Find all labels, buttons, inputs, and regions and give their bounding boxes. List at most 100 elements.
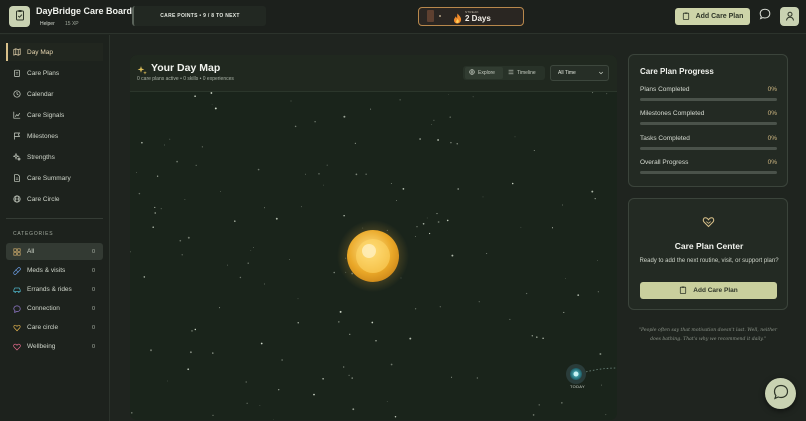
sidebar-item-care-signals[interactable]: Care Signals [6,106,103,124]
sidebar-item-milestones[interactable]: Milestones [6,127,103,145]
category-count: 0 [91,343,95,350]
category-wellbeing[interactable]: Wellbeing 0 [6,338,103,355]
category-care-circle[interactable]: Care circle 0 [6,319,103,336]
star [290,100,292,102]
view-timeline-button[interactable]: Timeline [504,67,544,79]
sidebar-item-label: Care Plans [27,69,60,77]
star [130,251,131,253]
app-logo[interactable] [9,6,30,27]
clipboard-icon [679,286,687,296]
sidebar-item-label: Milestones [27,132,59,140]
star [154,212,156,214]
star [245,381,247,383]
star [437,139,440,141]
category-connection[interactable]: Connection 0 [6,300,103,317]
grid-icon [12,247,21,256]
streak-widget[interactable]: STREAK 2 Days [418,7,524,26]
star [211,103,213,105]
star [260,342,263,345]
user-role: Helper [40,21,55,27]
sidebar-item-calendar[interactable]: Calendar [6,85,103,103]
star [263,207,266,209]
sidebar: Day Map Care Plans Calendar Care Signals… [0,35,110,421]
star [239,276,242,279]
add-care-plan-button[interactable]: Add Care Plan [675,8,750,25]
category-label: Wellbeing [27,343,56,350]
star [354,142,357,145]
chat-icon [12,305,21,313]
star [253,247,254,248]
time-range-select[interactable]: All Time [550,65,609,81]
chevron-down-icon [598,70,604,78]
heart-hands-icon [702,215,715,233]
star [163,144,165,146]
star [514,136,516,138]
xp-count: 15 XP [65,21,79,27]
care-plan-center-title: Care Plan Center [674,241,744,251]
progress-value: 0% [767,159,777,166]
view-explore-button[interactable]: Explore [465,67,503,79]
star [433,119,435,121]
top-bar: DayBridge Care Board Helper 15 XP CARE P… [0,0,806,34]
star [343,115,346,118]
star [189,351,192,354]
sidebar-item-care-plans[interactable]: Care Plans [6,64,103,82]
star [601,384,602,386]
category-meds-visits[interactable]: Meds & visits 0 [6,262,103,279]
star [250,250,252,251]
category-count: 0 [91,305,95,312]
map-icon [12,48,22,56]
document-icon [12,174,22,182]
star [294,125,297,128]
star [348,374,350,377]
star [482,196,484,198]
messages-button[interactable] [758,8,772,23]
pill-icon [12,266,21,275]
sidebar-item-label: Day Map [27,48,54,56]
sidebar-item-care-summary[interactable]: Care Summary [6,169,103,187]
sidebar-item-day-map[interactable]: Day Map [6,43,103,61]
star [365,173,367,175]
heart-hands-icon [12,324,21,332]
chat-fab-button[interactable] [765,378,796,409]
star [169,138,171,140]
star [551,227,554,229]
star [390,363,393,366]
clipboard-icon [12,69,22,77]
star [472,96,474,98]
category-all[interactable]: All 0 [6,243,103,260]
star [247,262,249,264]
user-avatar[interactable] [780,7,799,26]
star [212,352,214,354]
star [337,321,340,323]
star [156,175,159,177]
today-node[interactable] [566,364,586,384]
star [220,191,222,193]
star [371,321,374,324]
star [194,328,197,331]
star [386,400,388,402]
category-label: Meds & visits [27,267,66,274]
category-label: Errands & rides [27,286,72,293]
sidebar-item-strengths[interactable]: Strengths [6,148,103,166]
star [305,173,306,175]
star [210,92,213,94]
star-field [130,92,617,420]
star [187,368,190,371]
star [343,215,345,217]
add-care-plan-cta-label: Add Care Plan [693,287,738,294]
star [509,318,511,320]
star [234,220,236,222]
sidebar-item-care-circle[interactable]: Care Circle [6,190,103,208]
car-icon [12,286,21,294]
category-errands-rides[interactable]: Errands & rides 0 [6,281,103,298]
star [520,226,522,228]
star [176,160,178,163]
star [449,116,451,118]
star [597,291,599,293]
add-care-plan-cta[interactable]: Add Care Plan [640,282,777,299]
time-range-value: All Time [558,70,576,76]
day-map-panel: Your Day Map 0 care plans active • 0 ski… [130,55,617,420]
star [212,414,214,416]
sun-node[interactable] [337,220,409,292]
